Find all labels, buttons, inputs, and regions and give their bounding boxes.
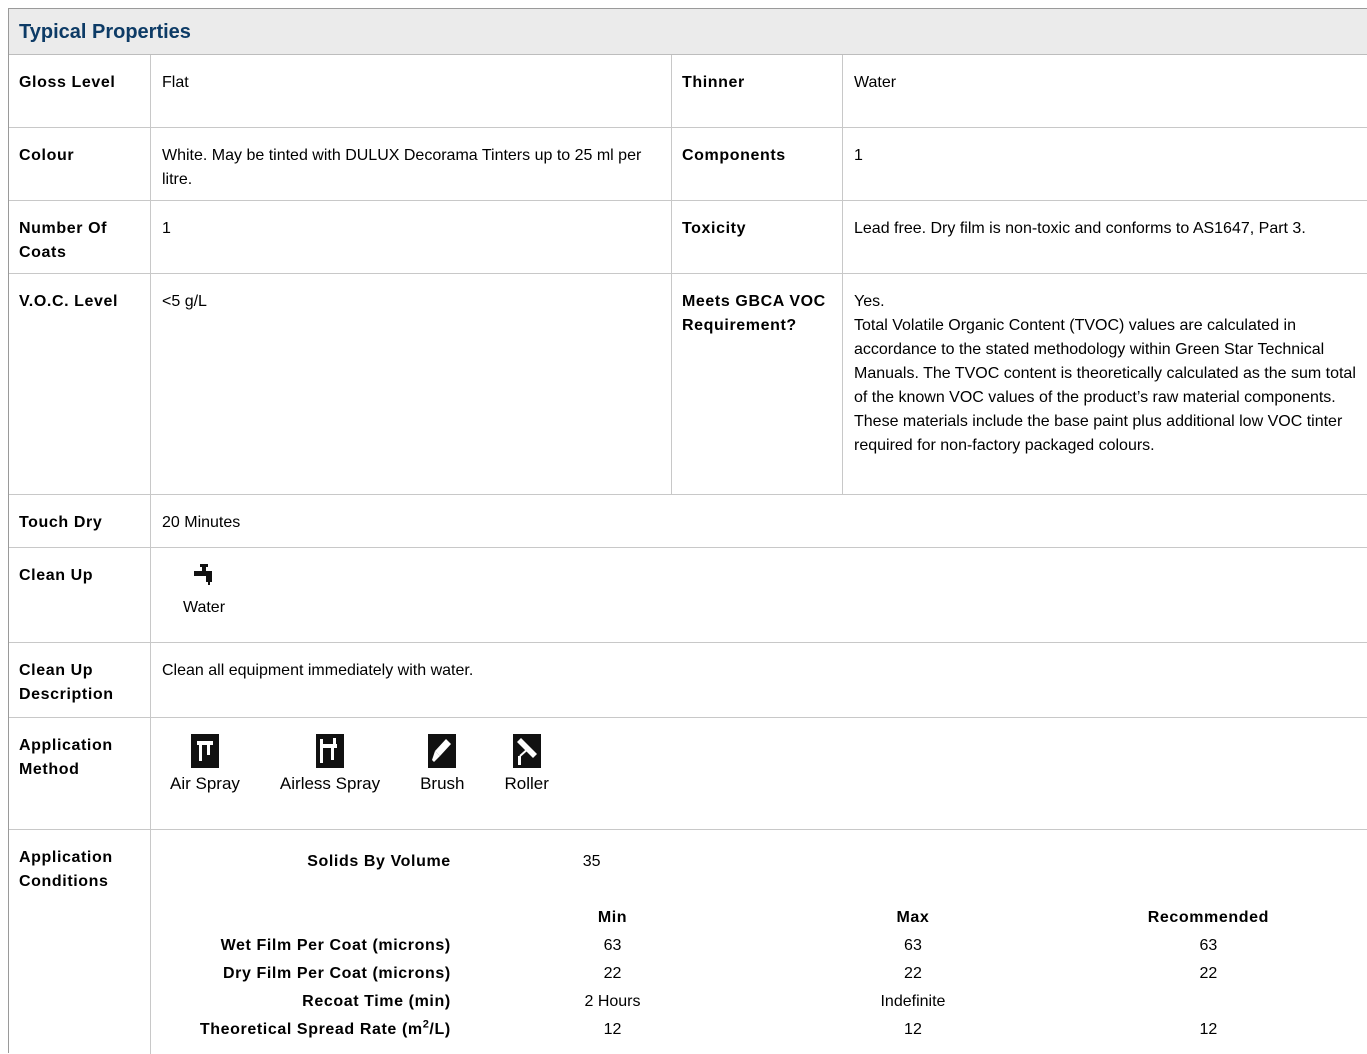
condition-label: Dry Film Per Coat (microns) — [222, 965, 451, 982]
application-conditions-label: Application Conditions — [9, 830, 151, 1054]
clean-up-method: Water — [179, 562, 229, 620]
condition-label: Wet Film Per Coat (microns) — [220, 937, 451, 954]
clean-up-description-label: Clean Up Description — [9, 643, 151, 717]
condition-min: 12 — [603, 1021, 622, 1038]
solids-label: Solids By Volume — [307, 853, 451, 870]
row-gloss: Gloss Level Flat Thinner Water — [9, 55, 1367, 128]
condition-recommended: 12 — [1199, 1021, 1218, 1038]
method-roller: Roller — [504, 734, 549, 796]
condition-max: 63 — [904, 937, 922, 954]
gbca-value: Yes. Total Volatile Organic Content (TVO… — [843, 274, 1367, 494]
row-clean-up: Clean Up Water — [9, 548, 1367, 643]
header-max: Max — [896, 909, 930, 926]
clean-up-value-cell: Water — [151, 548, 1367, 642]
method-airless-spray: Airless Spray — [280, 734, 380, 796]
condition-row: Recoat Time (min) 2 Hours Indefinite — [151, 988, 1357, 1016]
condition-max: 22 — [904, 965, 922, 982]
condition-label: Recoat Time (min) — [302, 993, 451, 1010]
header-min: Min — [597, 909, 628, 926]
header-recommended: Recommended — [1147, 909, 1269, 926]
touch-dry-value: 20 Minutes — [162, 514, 241, 531]
row-application-conditions: Application Conditions Solids By Volume … — [9, 830, 1367, 1054]
water-tap-icon — [194, 564, 212, 585]
condition-min: 2 Hours — [584, 993, 641, 1010]
voc-value: <5 g/L — [151, 274, 672, 494]
condition-row: Theoretical Spread Rate (m2/L) 12 12 12 — [151, 1016, 1357, 1044]
toxicity-value: Lead free. Dry film is non-toxic and con… — [854, 220, 1306, 237]
coats-value: 1 — [151, 201, 672, 273]
gbca-answer: Yes. — [854, 293, 885, 310]
gbca-detail: Total Volatile Organic Content (TVOC) va… — [854, 317, 1356, 454]
clean-up-label: Clean Up — [9, 548, 151, 642]
voc-label: V.O.C. Level — [9, 274, 151, 494]
brush-icon — [428, 734, 457, 768]
solids-row: Solids By Volume 35 — [151, 848, 1357, 876]
application-conditions-cell: Solids By Volume 35 Min Max Recommended … — [151, 830, 1367, 1054]
row-clean-up-description: Clean Up Description Clean all equipment… — [9, 643, 1367, 718]
condition-row: Dry Film Per Coat (microns) 22 22 22 — [151, 960, 1357, 988]
gbca-label: Meets GBCA VOC Requirement? — [672, 274, 843, 494]
colour-label: Colour — [9, 128, 151, 200]
application-method-label: Application Method — [9, 718, 151, 829]
row-application-method: Application Method Air Spray Airless Spr… — [9, 718, 1367, 830]
coats-label: Number Of Coats — [9, 201, 151, 273]
toxicity-label: Toxicity — [672, 201, 843, 273]
condition-row: Wet Film Per Coat (microns) 63 63 63 — [151, 932, 1357, 960]
condition-recommended: 63 — [1199, 937, 1218, 954]
colour-value: White. May be tinted with DULUX Decorama… — [151, 128, 672, 200]
condition-recommended — [1060, 988, 1357, 1016]
method-brush: Brush — [420, 734, 464, 796]
conditions-header-row: Min Max Recommended — [151, 904, 1357, 932]
thinner-label: Thinner — [672, 55, 843, 127]
method-label: Air Spray — [170, 774, 240, 793]
application-method-cell: Air Spray Airless Spray Brush Roller — [151, 718, 1367, 829]
solids-value: 35 — [582, 853, 601, 870]
row-colour: Colour White. May be tinted with DULUX D… — [9, 128, 1367, 201]
method-label: Airless Spray — [279, 774, 381, 793]
spread-rate-label-text: Theoretical Spread Rate (m — [199, 1021, 423, 1038]
row-voc: V.O.C. Level <5 g/L Meets GBCA VOC Requi… — [9, 274, 1367, 495]
conditions-table: Solids By Volume 35 Min Max Recommended … — [151, 848, 1357, 1044]
condition-min: 63 — [603, 937, 622, 954]
method-air-spray: Air Spray — [170, 734, 240, 796]
condition-label: Theoretical Spread Rate (m2/L) — [151, 1016, 459, 1044]
gloss-label: Gloss Level — [9, 55, 151, 127]
thinner-value: Water — [854, 74, 897, 91]
condition-min: 22 — [603, 965, 622, 982]
clean-up-description-value: Clean all equipment immediately with wat… — [162, 662, 474, 679]
condition-max: 12 — [904, 1021, 922, 1038]
touch-dry-label: Touch Dry — [9, 495, 151, 547]
clean-up-value: Water — [182, 599, 226, 616]
condition-recommended: 22 — [1199, 965, 1218, 982]
application-method-list: Air Spray Airless Spray Brush Roller — [170, 734, 1357, 796]
spread-rate-label-unit: /L) — [429, 1021, 451, 1038]
roller-icon — [512, 734, 541, 768]
airless-spray-icon — [315, 734, 344, 768]
method-label: Roller — [504, 774, 549, 793]
condition-max: Indefinite — [880, 993, 946, 1010]
components-value: 1 — [854, 147, 863, 164]
typical-properties-panel: Typical Properties Gloss Level Flat Thin… — [8, 8, 1367, 1054]
row-coats: Number Of Coats 1 Toxicity Lead free. Dr… — [9, 201, 1367, 274]
air-spray-icon — [190, 734, 219, 768]
components-label: Components — [672, 128, 843, 200]
row-touch-dry: Touch Dry 20 Minutes — [9, 495, 1367, 548]
method-label: Brush — [420, 774, 465, 793]
gloss-value: Flat — [151, 55, 672, 127]
section-title: Typical Properties — [9, 9, 1367, 55]
